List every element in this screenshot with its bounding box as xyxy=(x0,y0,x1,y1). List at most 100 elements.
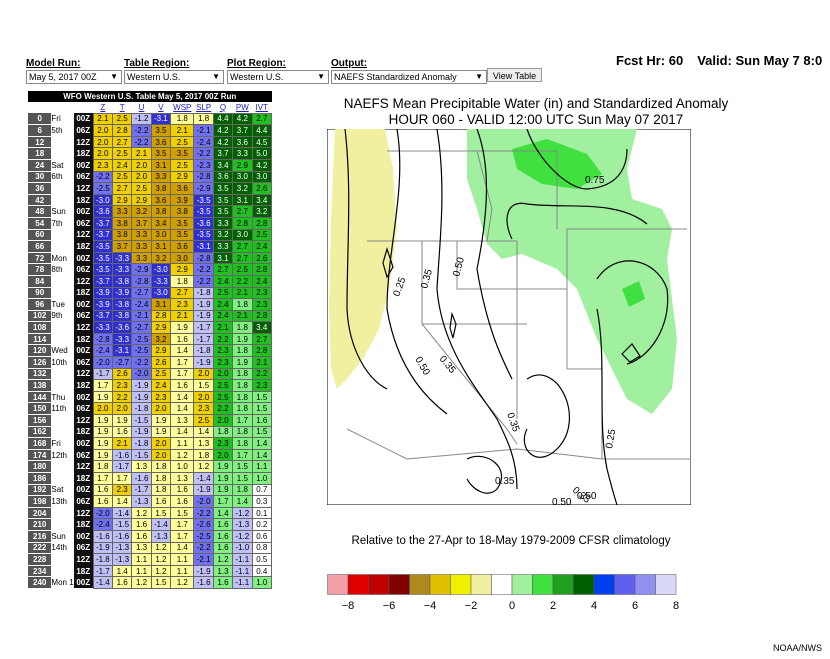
value-cell-q[interactable]: 1.9 xyxy=(212,483,234,497)
value-cell-v[interactable]: 1.9 xyxy=(150,425,172,439)
value-cell-pw[interactable]: 1.8 xyxy=(232,367,253,381)
value-cell-z[interactable]: -3.7 xyxy=(92,274,114,288)
value-cell-u[interactable]: -2.2 xyxy=(131,135,152,149)
value-cell-slp[interactable]: -1.9 xyxy=(193,298,214,311)
value-cell-ivt[interactable]: 3.4 xyxy=(251,321,272,334)
value-cell-slp[interactable]: -1.4 xyxy=(193,472,214,485)
value-cell-slp[interactable]: 2.0 xyxy=(193,367,214,381)
value-cell-ivt[interactable]: 2.4 xyxy=(251,240,272,253)
value-cell-slp[interactable]: -3.5 xyxy=(193,193,214,207)
value-cell-q[interactable]: 2.0 xyxy=(212,448,234,462)
value-cell-wsp[interactable]: 2.3 xyxy=(170,298,195,311)
column-header[interactable]: Z xyxy=(93,102,113,114)
value-cell-ivt[interactable]: 2.8 xyxy=(251,344,272,358)
value-cell-pw[interactable]: -1.2 xyxy=(232,506,253,520)
value-cell-slp[interactable]: -2.9 xyxy=(193,182,214,195)
value-cell-t[interactable]: -2.7 xyxy=(112,356,133,369)
column-header[interactable]: Q xyxy=(213,102,233,114)
value-cell-v[interactable]: 1.8 xyxy=(150,472,172,485)
value-cell-wsp[interactable]: 3.5 xyxy=(170,228,195,242)
value-cell-u[interactable]: 1.1 xyxy=(131,553,152,566)
value-cell-u[interactable]: 1.6 xyxy=(131,529,152,543)
value-cell-pw[interactable]: 2.7 xyxy=(232,251,253,265)
value-cell-t[interactable]: 2.4 xyxy=(112,158,133,172)
value-cell-pw[interactable]: -1.0 xyxy=(232,541,253,555)
value-cell-ivt[interactable]: 4.2 xyxy=(251,158,272,172)
value-cell-q[interactable]: 4.4 xyxy=(212,112,234,126)
value-cell-wsp[interactable]: 3.9 xyxy=(170,193,195,207)
value-cell-pw[interactable]: -1.1 xyxy=(232,564,253,578)
value-cell-slp[interactable]: -3.6 xyxy=(193,216,214,230)
value-cell-slp[interactable]: -1.7 xyxy=(193,332,214,346)
value-cell-u[interactable]: -1.7 xyxy=(131,483,152,497)
value-cell-ivt[interactable]: 1.0 xyxy=(251,472,272,485)
value-cell-wsp[interactable]: 3.8 xyxy=(170,205,195,218)
value-cell-u[interactable]: 3.3 xyxy=(131,228,152,242)
value-cell-ivt[interactable]: 1.6 xyxy=(251,414,272,427)
value-cell-wsp[interactable]: 1.7 xyxy=(170,356,195,369)
value-cell-ivt[interactable]: 1.4 xyxy=(251,448,272,462)
value-cell-u[interactable]: -2.0 xyxy=(131,367,152,381)
value-cell-ivt[interactable]: 0.6 xyxy=(251,529,272,543)
value-cell-q[interactable]: 3.7 xyxy=(212,147,234,160)
value-cell-q[interactable]: 2.5 xyxy=(212,286,234,300)
value-cell-t[interactable]: -3.8 xyxy=(112,274,133,288)
value-cell-slp[interactable]: 1.4 xyxy=(193,425,214,439)
value-cell-q[interactable]: 2.0 xyxy=(212,367,234,381)
value-cell-wsp[interactable]: 1.7 xyxy=(170,529,195,543)
value-cell-u[interactable]: -2.2 xyxy=(131,356,152,369)
value-cell-v[interactable]: 1.9 xyxy=(150,414,172,427)
value-cell-slp[interactable]: -2.4 xyxy=(193,135,214,149)
value-cell-pw[interactable]: -1.1 xyxy=(232,553,253,566)
value-cell-pw[interactable]: 2.1 xyxy=(232,286,253,300)
value-cell-t[interactable]: 2.2 xyxy=(112,390,133,404)
value-cell-q[interactable]: 1.6 xyxy=(212,576,234,589)
value-cell-u[interactable]: -2.2 xyxy=(131,124,152,137)
value-cell-ivt[interactable]: 1.5 xyxy=(251,425,272,439)
value-cell-t[interactable]: 1.6 xyxy=(112,576,133,589)
value-cell-pw[interactable]: -1.1 xyxy=(232,576,253,589)
value-cell-ivt[interactable]: 0.2 xyxy=(251,518,272,531)
value-cell-u[interactable]: 2.1 xyxy=(131,147,152,160)
value-cell-pw[interactable]: 1.8 xyxy=(232,425,253,439)
value-cell-v[interactable]: 3.8 xyxy=(150,182,172,195)
value-cell-z[interactable]: 2.0 xyxy=(92,135,114,149)
value-cell-v[interactable]: 2.5 xyxy=(150,367,172,381)
value-cell-t[interactable]: 2.7 xyxy=(112,135,133,149)
value-cell-v[interactable]: 1.8 xyxy=(150,460,172,473)
value-cell-u[interactable]: -2.7 xyxy=(131,321,152,334)
value-cell-ivt[interactable]: 2.6 xyxy=(251,251,272,265)
value-cell-q[interactable]: 1.7 xyxy=(212,495,234,508)
value-cell-z[interactable]: -2.5 xyxy=(92,182,114,195)
value-cell-t[interactable]: 2.6 xyxy=(112,367,133,381)
value-cell-wsp[interactable]: 1.9 xyxy=(170,321,195,334)
value-cell-t[interactable]: 2.1 xyxy=(112,437,133,450)
value-cell-v[interactable]: 3.0 xyxy=(150,228,172,242)
value-cell-u[interactable]: -1.9 xyxy=(131,425,152,439)
value-cell-q[interactable]: 2.3 xyxy=(212,356,234,369)
value-cell-v[interactable]: 3.6 xyxy=(150,135,172,149)
value-cell-t[interactable]: 1.6 xyxy=(112,425,133,439)
value-cell-q[interactable]: 3.5 xyxy=(212,193,234,207)
value-cell-t[interactable]: 3.8 xyxy=(112,228,133,242)
value-cell-q[interactable]: 1.9 xyxy=(212,460,234,473)
column-header[interactable]: V xyxy=(151,102,171,114)
value-cell-ivt[interactable]: 0.1 xyxy=(251,506,272,520)
value-cell-pw[interactable]: 3.6 xyxy=(232,135,253,149)
value-cell-wsp[interactable]: 2.5 xyxy=(170,158,195,172)
value-cell-ivt[interactable]: 2.8 xyxy=(251,263,272,276)
value-cell-v[interactable]: 2.0 xyxy=(150,448,172,462)
value-cell-t[interactable]: 2.5 xyxy=(112,112,133,126)
value-cell-wsp[interactable]: 2.5 xyxy=(170,135,195,149)
value-cell-slp[interactable]: -1.9 xyxy=(193,564,214,578)
value-cell-q[interactable]: 3.3 xyxy=(212,216,234,230)
value-cell-v[interactable]: 3.1 xyxy=(150,158,172,172)
value-cell-q[interactable]: 1.2 xyxy=(212,553,234,566)
value-cell-slp[interactable]: -2.3 xyxy=(193,158,214,172)
value-cell-u[interactable]: -2.1 xyxy=(131,309,152,323)
value-cell-wsp[interactable]: 3.0 xyxy=(170,251,195,265)
value-cell-wsp[interactable]: 1.7 xyxy=(170,518,195,531)
value-cell-t[interactable]: 2.9 xyxy=(112,193,133,207)
value-cell-t[interactable]: 2.7 xyxy=(112,182,133,195)
value-cell-wsp[interactable]: 1.2 xyxy=(170,448,195,462)
